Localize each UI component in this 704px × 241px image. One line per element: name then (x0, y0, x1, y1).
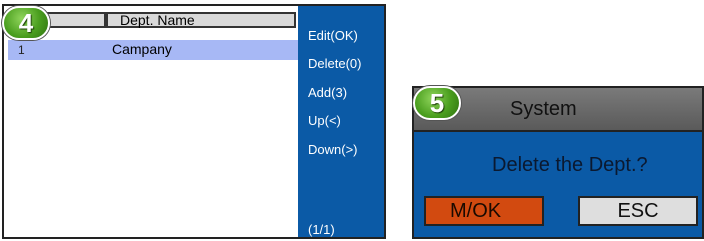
screen: Dept. Name 1 Campany Edit(OK) Delete(0) … (0, 0, 704, 241)
table-cell-number: 1 (18, 43, 25, 57)
esc-button[interactable]: ESC (578, 196, 698, 226)
dialog-message: Delete the Dept.? (492, 154, 648, 176)
table-cell-dept-name: Campany (112, 41, 172, 57)
side-menu: Edit(OK) Delete(0) Add(3) Up(<) Down(>) … (298, 6, 384, 237)
ok-button[interactable]: M/OK (424, 196, 544, 226)
menu-item-down[interactable]: Down(>) (308, 142, 358, 157)
page-indicator: (1/1) (308, 222, 335, 237)
step-badge-5: 5 (413, 86, 461, 120)
step-badge-4: 4 (2, 6, 50, 40)
department-table: Dept. Name 1 Campany (4, 6, 298, 237)
column-header-dept-name[interactable]: Dept. Name (106, 12, 296, 28)
department-list-panel: Dept. Name 1 Campany Edit(OK) Delete(0) … (2, 4, 386, 239)
menu-item-add[interactable]: Add(3) (308, 85, 347, 100)
dialog-title: System (510, 98, 577, 120)
menu-item-up[interactable]: Up(<) (308, 113, 341, 128)
menu-item-edit[interactable]: Edit(OK) (308, 28, 358, 43)
menu-item-delete[interactable]: Delete(0) (308, 56, 361, 71)
